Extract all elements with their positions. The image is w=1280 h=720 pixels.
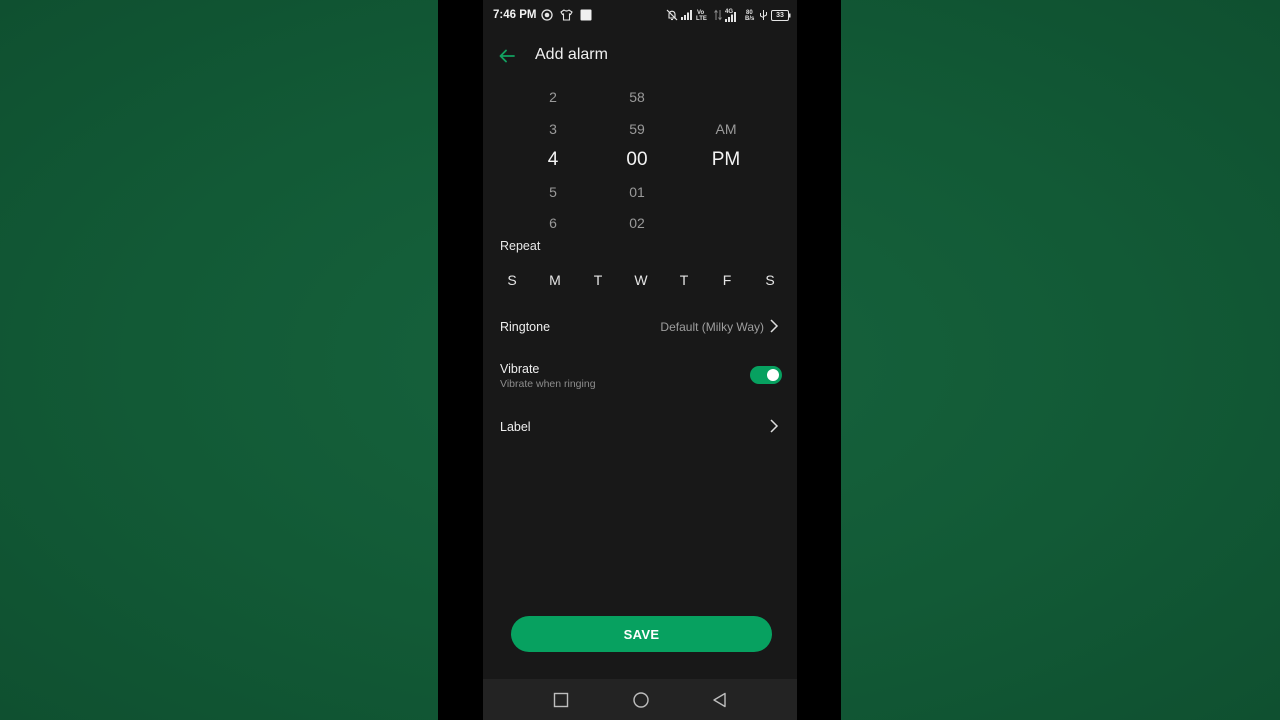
- net-speed-unit: B/s: [745, 16, 755, 22]
- back-triangle-icon[interactable]: [711, 691, 729, 709]
- ampm-empty: [696, 179, 756, 211]
- vibrate-sublabel: Vibrate when ringing: [500, 378, 596, 390]
- status-bar: 7:46 PM Vo LTE 4G 80 B/s 33: [483, 0, 797, 32]
- recent-apps-icon[interactable]: [552, 691, 570, 709]
- chevron-right-icon: [770, 319, 779, 333]
- repeat-days: S M T W T F S: [496, 269, 796, 293]
- vibrate-toggle[interactable]: [750, 366, 782, 384]
- page-title: Add alarm: [535, 46, 608, 63]
- bell-off-icon: [666, 9, 678, 21]
- repeat-label: Repeat: [500, 239, 541, 253]
- ampm-empty: [696, 84, 756, 116]
- tshirt-icon: [560, 9, 573, 21]
- label-row[interactable]: Label: [483, 408, 797, 444]
- minute-option[interactable]: 59: [607, 116, 667, 148]
- chevron-right-icon: [770, 419, 779, 433]
- navigation-bar: [483, 679, 797, 720]
- ampm-picker[interactable]: AM PM: [696, 84, 756, 242]
- hour-selected[interactable]: 4: [523, 147, 583, 179]
- day-sunday[interactable]: S: [497, 269, 527, 291]
- hour-option[interactable]: 6: [523, 210, 583, 242]
- minute-option[interactable]: 01: [607, 179, 667, 211]
- minute-selected[interactable]: 00: [607, 147, 667, 179]
- day-friday[interactable]: F: [712, 269, 742, 291]
- vibrate-label: Vibrate: [500, 362, 540, 376]
- battery-level: 33: [776, 12, 784, 19]
- back-arrow-icon[interactable]: [497, 46, 517, 66]
- phone-screen: 7:46 PM Vo LTE 4G 80 B/s 33 Add alarm 2 …: [483, 0, 797, 720]
- ringtone-label: Ringtone: [500, 320, 551, 334]
- ringtone-row[interactable]: Ringtone Default (Milky Way): [483, 308, 797, 344]
- ampm-option-am[interactable]: AM: [696, 116, 756, 148]
- notification-square-icon: [580, 9, 592, 21]
- toggle-knob: [767, 369, 779, 381]
- minute-option[interactable]: 58: [607, 84, 667, 116]
- signal-icon-2: [725, 12, 736, 22]
- minute-picker[interactable]: 58 59 00 01 02: [607, 84, 667, 242]
- save-button[interactable]: SAVE: [511, 616, 772, 652]
- status-time: 7:46 PM: [493, 9, 537, 21]
- screen-record-icon: [541, 9, 553, 21]
- day-wednesday[interactable]: W: [626, 269, 656, 291]
- home-icon[interactable]: [632, 691, 650, 709]
- day-saturday[interactable]: S: [755, 269, 785, 291]
- minute-option[interactable]: 02: [607, 210, 667, 242]
- label-row-label: Label: [500, 420, 531, 434]
- ringtone-value: Default (Milky Way): [660, 320, 764, 334]
- data-arrows-icon: [714, 9, 722, 21]
- day-tuesday[interactable]: T: [583, 269, 613, 291]
- day-monday[interactable]: M: [540, 269, 570, 291]
- usb-icon: [760, 10, 767, 20]
- day-thursday[interactable]: T: [669, 269, 699, 291]
- hour-option[interactable]: 2: [523, 84, 583, 116]
- hour-option[interactable]: 5: [523, 179, 583, 211]
- signal-icon: [681, 10, 692, 20]
- hour-picker[interactable]: 2 3 4 5 6: [523, 84, 583, 242]
- ampm-empty: [696, 210, 756, 242]
- lte-label: LTE: [696, 16, 707, 22]
- hour-option[interactable]: 3: [523, 116, 583, 148]
- ampm-selected-pm[interactable]: PM: [696, 147, 756, 179]
